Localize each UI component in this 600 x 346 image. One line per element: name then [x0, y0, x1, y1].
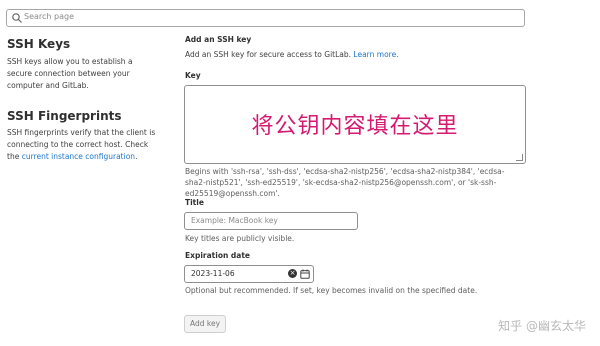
- expiry-date-input[interactable]: 2023-11-06 ×: [184, 265, 314, 283]
- title-placeholder: Example: MacBook key: [191, 216, 278, 225]
- add-key-button[interactable]: Add key: [184, 315, 226, 333]
- ssh-fingerprints-title: SSH Fingerprints: [7, 109, 122, 123]
- search-icon: [12, 13, 22, 23]
- key-overlay-text: 将公钥内容填在这里: [251, 114, 459, 139]
- title-hint: Key titles are publicly visible.: [185, 234, 295, 243]
- key-label: Key: [185, 71, 201, 80]
- subtext: Add an SSH key for secure access to GitL…: [185, 50, 354, 59]
- watermark: 知乎 @幽玄太华: [498, 319, 586, 333]
- fingerprints-period: .: [135, 152, 138, 161]
- title-input[interactable]: Example: MacBook key: [184, 212, 358, 230]
- ssh-fingerprints-description: SSH fingerprints verify that the client …: [7, 127, 157, 163]
- calendar-icon[interactable]: [300, 269, 310, 279]
- expiry-hint: Optional but recommended. If set, key be…: [185, 286, 478, 295]
- ssh-keys-description: SSH keys allow you to establish a secure…: [7, 57, 133, 90]
- instance-configuration-link[interactable]: current instance configuration: [22, 152, 135, 161]
- expiry-value: 2023-11-06: [191, 269, 235, 278]
- key-hint: Begins with 'ssh-rsa', 'ssh-dss', 'ecdsa…: [185, 167, 505, 198]
- form-subtext: Add an SSH key for secure access to GitL…: [185, 50, 525, 60]
- clear-icon[interactable]: ×: [288, 269, 297, 278]
- ssh-keys-title: SSH Keys: [7, 37, 71, 51]
- form-heading: Add an SSH key: [185, 35, 252, 44]
- title-label: Title: [185, 198, 204, 207]
- learn-more-link[interactable]: Learn more.: [353, 50, 398, 59]
- expiry-label: Expiration date: [185, 251, 251, 260]
- search-input[interactable]: Search page: [6, 9, 525, 27]
- key-textarea[interactable]: 将公钥内容填在这里: [184, 85, 526, 164]
- resize-handle[interactable]: [516, 154, 523, 161]
- search-placeholder: Search page: [24, 12, 75, 21]
